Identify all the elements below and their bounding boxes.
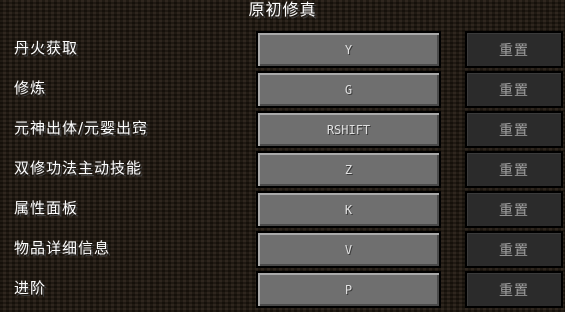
action-label: 进阶	[14, 279, 47, 297]
keybind-row: 元神出体/元婴出窍 RSHIFT 重置	[0, 111, 565, 151]
action-label: 丹火获取	[14, 39, 79, 57]
keybind-row: 物品详细信息 V 重置	[0, 231, 565, 271]
reset-button: 重置	[465, 111, 563, 148]
action-label: 物品详细信息	[14, 239, 111, 257]
screen-title: 原初修真	[248, 0, 317, 19]
keybind-row: 丹火获取 Y 重置	[0, 31, 565, 71]
action-label: 双修功法主动技能	[14, 159, 143, 177]
key-button[interactable]: Z	[256, 151, 441, 188]
reset-button: 重置	[465, 191, 563, 228]
keybind-row: 属性面板 K 重置	[0, 191, 565, 231]
key-button[interactable]: RSHIFT	[256, 111, 441, 148]
action-label: 修炼	[14, 79, 47, 97]
reset-button: 重置	[465, 271, 563, 308]
reset-button: 重置	[465, 71, 563, 108]
reset-button: 重置	[465, 31, 563, 68]
key-button[interactable]: Y	[256, 31, 441, 68]
reset-button: 重置	[465, 151, 563, 188]
keybind-row: 修炼 G 重置	[0, 71, 565, 111]
keybind-row: 双修功法主动技能 Z 重置	[0, 151, 565, 191]
keybind-row: 进阶 P 重置	[0, 271, 565, 311]
action-label: 属性面板	[14, 199, 79, 217]
key-button[interactable]: K	[256, 191, 441, 228]
action-label: 元神出体/元婴出窍	[14, 119, 149, 137]
key-button[interactable]: V	[256, 231, 441, 268]
key-button[interactable]: P	[256, 271, 441, 308]
key-button[interactable]: G	[256, 71, 441, 108]
reset-button: 重置	[465, 231, 563, 268]
